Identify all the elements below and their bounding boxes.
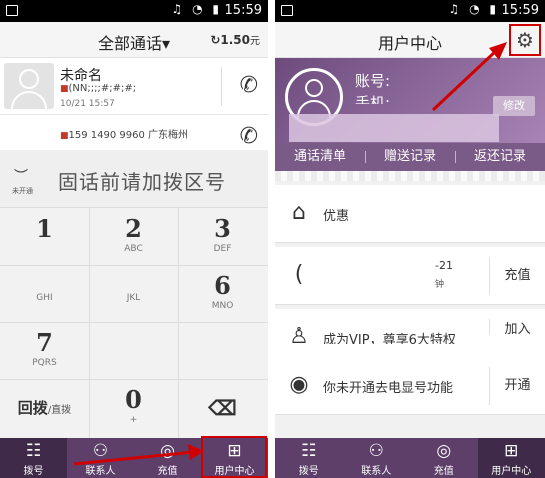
- call-filter-label: 全部通话: [97, 34, 162, 53]
- user-menu: ⌂ 优惠 ( -21 钟 充值 ♙ 成为VIP，尊享6大特权 加入 ◉ 你未开通…: [275, 181, 545, 438]
- key-5[interactable]: JKL: [89, 265, 178, 322]
- balance-display[interactable]: ↻1.50元: [210, 32, 260, 47]
- contacts-icon: ⚇: [368, 441, 384, 461]
- call-log-header: 全部通话▾ ↻1.50元: [0, 22, 268, 58]
- dialpad-icon: ☷: [301, 441, 317, 461]
- user-center-screen: ♫ ◔ ▮ 15:59 用户中心 ⚙ 账号: 手机: 修改 通话清单 赠送记录 …: [275, 0, 545, 478]
- call-number-text: 159 1490 9960 广东梅州: [68, 130, 189, 141]
- balance-value: 1.50: [220, 33, 250, 47]
- dial-input[interactable]: ︶ 未开通 固话前请加拨区号: [0, 150, 268, 208]
- bottom-tab-bar: ☷ 拨号 ⚇ 联系人 ◎ 充值 ⊞ 用户中心: [275, 438, 545, 478]
- key-0[interactable]: 0 +: [89, 379, 178, 436]
- tab-refund-records[interactable]: 返还记录: [455, 143, 545, 171]
- balance-minutes: 钟: [435, 280, 445, 290]
- call-date: 10/21 15:57: [60, 99, 115, 109]
- tab-contacts[interactable]: ⚇ 联系人: [67, 438, 134, 478]
- call-number: ■(NN;;;;#;#;#;: [60, 83, 136, 94]
- join-button[interactable]: 加入: [489, 319, 545, 335]
- gear-icon[interactable]: ⚙: [509, 24, 541, 56]
- phone-icon[interactable]: ✆: [240, 73, 258, 98]
- tab-user-center[interactable]: ⊞ 用户中心: [201, 438, 268, 478]
- balance-icon: (: [294, 262, 304, 287]
- eye-label: 未开通: [12, 187, 33, 195]
- tab-dial[interactable]: ☷ 拨号: [0, 438, 67, 478]
- coupon-icon: ⌂: [292, 200, 306, 225]
- image-notification-icon: [281, 5, 293, 16]
- profile-card: 账号: 手机: 修改: [275, 58, 545, 143]
- key-3[interactable]: 3 DEF: [178, 208, 267, 265]
- dialpad: ︶ 未开通 固话前请加拨区号 1 2 ABC 3 DEF GHI JKL 6 MNO …: [0, 150, 268, 438]
- contact-avatar: [4, 63, 54, 109]
- menu-item-label: 优惠: [323, 209, 350, 224]
- contacts-icon: ⚇: [92, 441, 109, 461]
- tab-contacts[interactable]: ⚇ 联系人: [343, 438, 411, 478]
- record-tabs: 通话清单 赠送记录 返还记录: [275, 143, 545, 171]
- recharge-icon: ◎: [436, 441, 452, 461]
- recharge-icon: ◎: [160, 441, 175, 461]
- status-bar: ♫ ◔ ▮ 15:59: [275, 0, 545, 22]
- grid-icon: ⊞: [227, 441, 242, 461]
- keypad: 1 2 ABC 3 DEF GHI JKL 6 MNO 7 PQRS 回拨/直拨 0 + …: [0, 208, 268, 438]
- key-1[interactable]: 1: [0, 208, 89, 265]
- eye-icon: ◉: [289, 372, 309, 397]
- refresh-icon: ↻: [210, 33, 221, 47]
- status-icons: ♫ ◔ ▮: [448, 2, 499, 16]
- account-label: 账号:: [355, 72, 391, 90]
- status-icons: ♫ ◔ ▮: [171, 2, 222, 16]
- key-7[interactable]: 7 PQRS: [0, 322, 89, 379]
- call-log-item[interactable]: 未命名 ■(NN;;;;#;#;#; 10/21 15:57 ✆: [0, 59, 268, 115]
- redacted-area: [289, 114, 499, 142]
- key-2[interactable]: 2 ABC: [89, 208, 178, 265]
- bottom-tab-bar: ☷ 拨号 ⚇ 联系人 ◎ 充值 ⊞ 用户中心: [0, 438, 268, 478]
- menu-item-label: 你未开通去电显号功能: [323, 381, 454, 396]
- balance-unit: 元: [250, 36, 260, 47]
- recharge-button[interactable]: 充值: [489, 257, 545, 295]
- menu-item-balance[interactable]: ( -21 钟 充值: [275, 247, 545, 305]
- image-notification-icon: [6, 5, 18, 16]
- vip-user-icon: ♙: [289, 324, 309, 349]
- backspace-icon: ⌫: [208, 396, 237, 420]
- user-center-header: 用户中心 ⚙: [275, 22, 545, 58]
- call-number-text: (NN;;;;#;#;#;: [68, 83, 137, 94]
- key-6[interactable]: 6 MNO: [178, 265, 267, 322]
- phone-label: 手机:: [355, 94, 391, 104]
- phone-icon[interactable]: ✆: [240, 124, 258, 149]
- menu-item-label: 成为VIP，尊享6大特权: [323, 333, 456, 344]
- contact-name: 未命名: [60, 68, 102, 84]
- menu-item-caller-id[interactable]: ◉ 你未开通去电显号功能 开通: [275, 357, 545, 415]
- tab-recharge[interactable]: ◎ 充值: [410, 438, 478, 478]
- dialpad-icon: ☷: [25, 441, 42, 461]
- activate-button[interactable]: 开通: [489, 367, 545, 405]
- callback-key[interactable]: 回拨/直拨: [0, 379, 89, 436]
- status-bar: ♫ ◔ ▮ 15:59: [0, 0, 268, 22]
- balance-expiry: -21: [435, 259, 453, 272]
- edit-button[interactable]: 修改: [493, 96, 535, 116]
- tab-user-center[interactable]: ⊞ 用户中心: [477, 438, 545, 478]
- status-time: 15:59: [501, 3, 539, 18]
- tab-recharge[interactable]: ◎ 充值: [134, 438, 201, 478]
- direct-dial-label: 直拨: [51, 405, 72, 416]
- chevron-down-icon: ▾: [161, 34, 171, 53]
- key-4[interactable]: GHI: [0, 265, 89, 322]
- dialer-screen: ♫ ◔ ▮ 15:59 全部通话▾ ↻1.50元 未命名 ■(NN;;;;#;#…: [0, 0, 268, 478]
- callback-label: 回拨: [17, 399, 48, 417]
- call-type-icon: ■: [60, 84, 69, 94]
- page-title: 用户中心: [377, 34, 442, 53]
- tab-call-list[interactable]: 通话清单: [275, 143, 365, 171]
- call-type-icon: ■: [60, 131, 69, 141]
- tab-dial[interactable]: ☷ 拨号: [275, 438, 343, 478]
- grid-icon: ⊞: [504, 441, 519, 461]
- call-number: ■159 1490 9960 广东梅州: [60, 126, 188, 141]
- backspace-key[interactable]: ⌫: [178, 379, 267, 436]
- menu-item-discount[interactable]: ⌂ 优惠: [275, 185, 545, 243]
- tab-gift-records[interactable]: 赠送记录: [365, 143, 455, 171]
- dial-placeholder: 固话前请加拨区号: [58, 170, 226, 194]
- closed-eye-icon[interactable]: ︶: [14, 166, 28, 186]
- status-time: 15:59: [224, 3, 262, 18]
